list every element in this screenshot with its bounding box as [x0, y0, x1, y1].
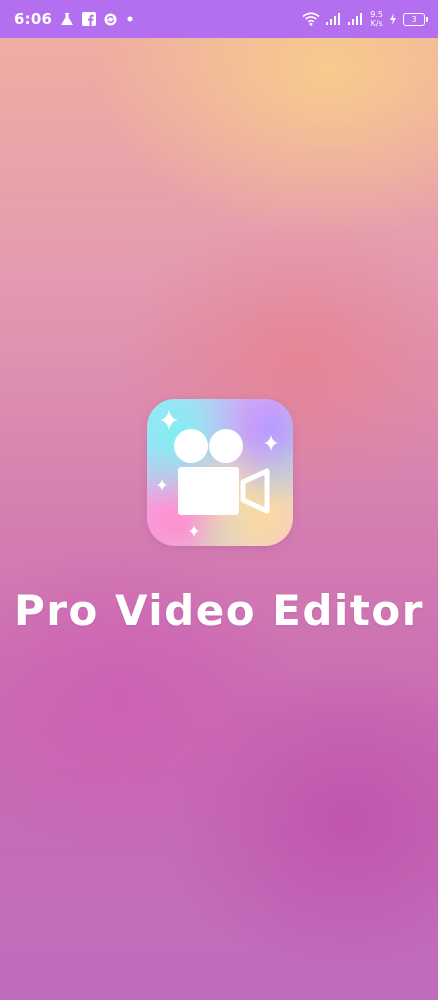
app-title: Pro Video Editor: [14, 586, 424, 635]
battery-level: 3: [403, 12, 425, 26]
facebook-icon: [82, 12, 97, 26]
battery-icon: 3: [403, 12, 428, 26]
signal-icon-1: [326, 13, 342, 25]
signal-icon-2: [348, 13, 364, 25]
battery-tip: [426, 16, 428, 22]
network-speed-unit: K/s: [370, 19, 383, 28]
status-bar: 6:06 9.5 K/s 3: [0, 0, 438, 38]
status-left: 6:06: [14, 10, 135, 28]
dot-icon: [125, 14, 135, 24]
video-camera-icon: [147, 399, 293, 546]
wifi-icon: [302, 12, 320, 26]
network-speed: 9.5 K/s: [370, 10, 383, 28]
network-speed-value: 9.5: [370, 10, 383, 19]
charging-icon: [389, 13, 397, 25]
status-time: 6:06: [14, 10, 53, 28]
status-right: 9.5 K/s 3: [302, 10, 428, 28]
flask-icon: [60, 12, 74, 26]
sync-icon: [104, 13, 117, 26]
